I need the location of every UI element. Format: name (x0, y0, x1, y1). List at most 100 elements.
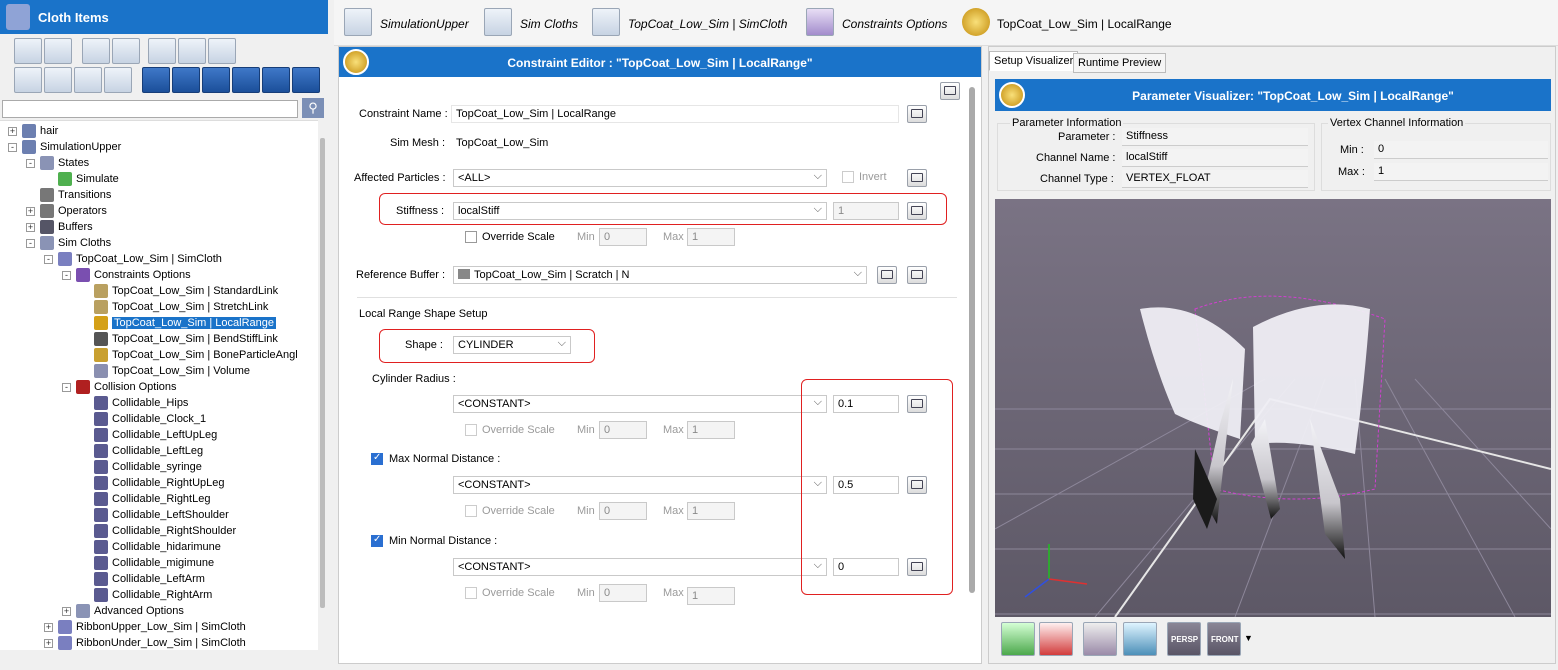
breadcrumb-item-2[interactable]: TopCoat_Low_Sim | SimCloth (628, 17, 787, 31)
max-override-checkbox[interactable] (465, 505, 477, 517)
settings-icon[interactable] (82, 38, 110, 64)
breadcrumb-item-4[interactable]: TopCoat_Low_Sim | LocalRange (997, 17, 1172, 31)
override-max-field[interactable]: 1 (687, 228, 735, 246)
view-collision-icon[interactable] (172, 67, 200, 93)
tree-item[interactable]: TopCoat_Low_Sim | StandardLink (94, 283, 278, 299)
cyl-min-field[interactable]: 0 (599, 421, 647, 439)
cyl-max-field[interactable]: 1 (687, 421, 735, 439)
snap-ground-icon[interactable] (1039, 622, 1073, 656)
tree-expander[interactable]: + (26, 207, 35, 216)
tree-expander[interactable]: - (26, 159, 35, 168)
tree-item[interactable]: Collidable_LeftLeg (94, 443, 203, 459)
tree-item[interactable]: Collidable_RightLeg (94, 491, 210, 507)
reset-view-icon[interactable] (1001, 622, 1035, 656)
tree-expander[interactable]: - (8, 143, 17, 152)
new-page-icon[interactable] (112, 38, 140, 64)
override-scale-checkbox[interactable] (465, 231, 477, 243)
operator-add-icon[interactable] (44, 67, 72, 93)
affected-particles-select[interactable]: <ALL> (453, 169, 827, 187)
tree-expander[interactable]: - (62, 383, 71, 392)
min-normal-select[interactable]: <CONSTANT> (453, 558, 827, 576)
tab-setup-visualizer[interactable]: Setup Visualizer (989, 51, 1079, 71)
breadcrumb-item-1[interactable]: Sim Cloths (520, 17, 578, 31)
copy-icon[interactable] (178, 38, 206, 64)
breadcrumb-item-3[interactable]: Constraints Options (842, 17, 947, 31)
tree-item[interactable]: Collidable_Hips (94, 395, 188, 411)
view-all-icon[interactable] (292, 67, 320, 93)
tree-expander[interactable]: - (26, 239, 35, 248)
tree-item[interactable]: Transitions (40, 187, 111, 203)
tree-item[interactable]: Collidable_Clock_1 (94, 411, 206, 427)
tree-search-input[interactable] (2, 100, 298, 118)
tree-item[interactable]: Collidable_migimune (94, 555, 214, 571)
min-normal-checkbox[interactable] (371, 534, 383, 547)
tree-item[interactable]: TopCoat_Low_Sim | BendStiffLink (94, 331, 278, 347)
tree-item[interactable]: Collidable_RightShoulder (94, 523, 236, 539)
stiffness-select[interactable]: localStiff (453, 202, 827, 220)
min-override-checkbox[interactable] (465, 587, 477, 599)
tree-item[interactable]: Sim Cloths (40, 235, 111, 251)
tree-item[interactable]: Operators (40, 203, 107, 219)
tree-expander[interactable]: - (62, 271, 71, 280)
tree-item[interactable]: hair (22, 123, 58, 139)
view-buffer-icon[interactable] (202, 67, 230, 93)
redo-icon[interactable] (44, 38, 72, 64)
max-min-field[interactable]: 0 (599, 502, 647, 520)
cyl-override-checkbox[interactable] (465, 424, 477, 436)
min-max-field[interactable]: 1 (687, 587, 735, 605)
tab-runtime-preview[interactable]: Runtime Preview (1073, 53, 1167, 73)
min-min-field[interactable]: 0 (599, 584, 647, 602)
max-normal-select[interactable]: <CONSTANT> (453, 476, 827, 494)
tree-item[interactable]: TopCoat_Low_Sim | BoneParticleAngl (94, 347, 298, 363)
tree-item[interactable]: Collidable_LeftArm (94, 571, 205, 587)
buffer-edit-button[interactable] (907, 266, 927, 284)
max-normal-checkbox[interactable] (371, 452, 383, 465)
tree-expander[interactable]: + (44, 639, 53, 648)
tree-item[interactable]: Collidable_LeftShoulder (94, 507, 229, 523)
tree-item[interactable]: Constraints Options (76, 267, 191, 283)
shape-select[interactable]: CYLINDER (453, 336, 571, 354)
tree-expander[interactable]: + (44, 623, 53, 632)
tree-item[interactable]: Advanced Options (76, 603, 184, 619)
tree-item[interactable]: Collidable_RightUpLeg (94, 475, 225, 491)
tree-expander[interactable]: + (26, 223, 35, 232)
view-dropdown-icon[interactable]: ▼ (1244, 633, 1253, 643)
stiffness-paint-button[interactable] (907, 202, 927, 220)
undo-icon[interactable] (14, 38, 42, 64)
edit-icon[interactable] (148, 38, 176, 64)
view-link-icon[interactable] (232, 67, 260, 93)
constraint-name-field[interactable]: TopCoat_Low_Sim | LocalRange (451, 105, 899, 123)
tree-item[interactable]: Collidable_RightArm (94, 587, 212, 603)
view-operator-icon[interactable] (262, 67, 290, 93)
tree-item[interactable]: TopCoat_Low_Sim | StretchLink (94, 299, 268, 315)
tree-item[interactable]: TopCoat_Low_Sim | SimCloth (58, 251, 222, 267)
stiffness-value[interactable]: 1 (833, 202, 899, 220)
max-max-field[interactable]: 1 (687, 502, 735, 520)
delete-icon[interactable] (208, 38, 236, 64)
tree-item[interactable]: TopCoat_Low_Sim | Volume (94, 363, 250, 379)
expand-button[interactable] (940, 82, 960, 100)
view-cloth-icon[interactable] (142, 67, 170, 93)
breadcrumb-item-0[interactable]: SimulationUpper (380, 17, 469, 31)
tree-item[interactable]: Simulate (58, 171, 119, 187)
3d-viewport[interactable] (995, 199, 1551, 617)
search-icon[interactable]: ⚲ (302, 98, 324, 118)
cylinder-radius-select[interactable]: <CONSTANT> (453, 395, 827, 413)
grid-toggle-icon[interactable] (1123, 622, 1157, 656)
editor-scrollbar[interactable] (969, 87, 975, 593)
tree-item[interactable]: TopCoat_Low_Sim | LocalRange (94, 315, 277, 331)
tree-expander[interactable]: - (44, 255, 53, 264)
box-view-icon[interactable] (1083, 622, 1117, 656)
tree-item[interactable]: Collision Options (76, 379, 177, 395)
tree-item[interactable]: States (40, 155, 89, 171)
cloth-add-icon[interactable] (14, 67, 42, 93)
tree-item[interactable]: Collidable_LeftUpLeg (94, 427, 217, 443)
invert-checkbox[interactable] (842, 171, 854, 183)
tree-item[interactable]: Collidable_syringe (94, 459, 202, 475)
tree-item[interactable]: SimulationUpper (22, 139, 121, 155)
rename-button[interactable] (907, 105, 927, 123)
tree-item[interactable]: Collidable_hidarimune (94, 539, 221, 555)
transition-add-icon[interactable] (104, 67, 132, 93)
affected-paint-button[interactable] (907, 169, 927, 187)
tree-item[interactable]: Buffers (40, 219, 93, 235)
